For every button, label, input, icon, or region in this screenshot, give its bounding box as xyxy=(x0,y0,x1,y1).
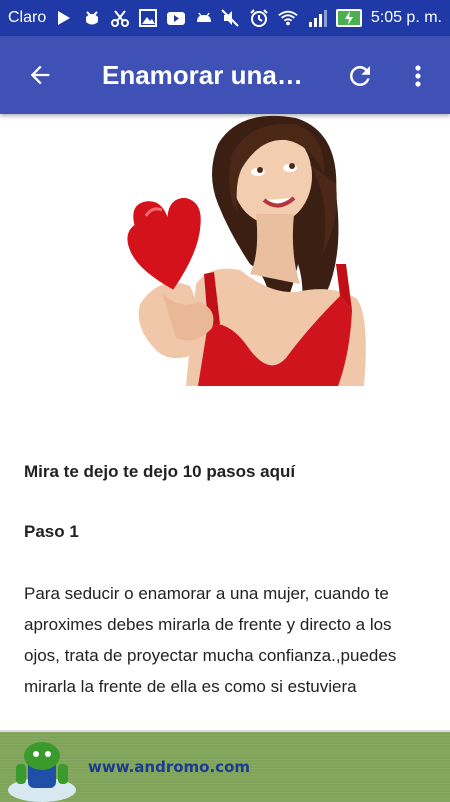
youtube-icon xyxy=(166,8,186,28)
step-paragraph: Para seducir o enamorar a una mujer, cua… xyxy=(24,584,397,696)
scissors-icon xyxy=(110,8,130,28)
status-bar: Claro 5:05 p. m. xyxy=(0,0,450,36)
ad-banner[interactable]: www.andromo.com xyxy=(0,730,450,802)
alarm-icon xyxy=(249,8,269,28)
clock-label: 5:05 p. m. xyxy=(370,9,442,26)
article-text: Mira te dejo te dejo 10 pasos aquí Paso … xyxy=(24,458,424,702)
battery-charging-icon xyxy=(335,9,362,27)
refresh-button[interactable] xyxy=(336,52,384,100)
wifi-icon xyxy=(278,8,298,28)
more-options-button[interactable] xyxy=(396,52,440,100)
ad-link[interactable]: www.andromo.com xyxy=(88,758,250,776)
back-button[interactable] xyxy=(12,47,68,103)
carrier-label: Claro xyxy=(8,9,47,26)
refresh-icon xyxy=(349,65,370,86)
woman-holding-red-heart xyxy=(127,115,366,386)
more-vert-icon xyxy=(415,65,421,87)
android-icon xyxy=(194,8,214,28)
arrow-back-icon xyxy=(30,65,50,85)
mute-icon xyxy=(220,8,240,28)
page-title: Enamorar una… xyxy=(102,59,303,90)
andromo-logo-icon xyxy=(8,742,76,802)
bug-icon xyxy=(82,8,102,28)
signal-icon xyxy=(307,8,327,28)
play-store-icon xyxy=(54,8,74,28)
step-heading: Paso 1 xyxy=(24,522,79,541)
image-icon xyxy=(138,8,158,28)
intro-heading: Mira te dejo te dejo 10 pasos aquí xyxy=(24,462,296,481)
article-content[interactable]: Mira te dejo te dejo 10 pasos aquí Paso … xyxy=(0,114,450,718)
app-bar: Enamorar una… xyxy=(0,36,450,114)
